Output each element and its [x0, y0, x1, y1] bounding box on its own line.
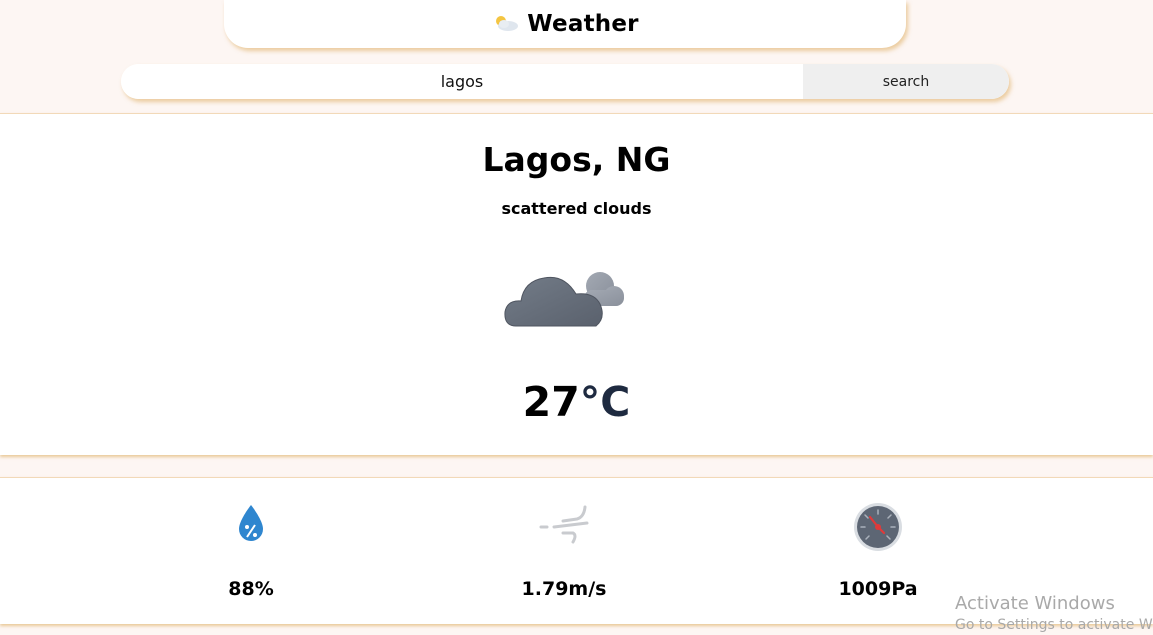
city-name: Lagos, NG: [482, 140, 671, 179]
pressure-value: 1009Pa: [838, 578, 918, 600]
app-header: Weather: [224, 0, 906, 48]
search-button[interactable]: search: [803, 64, 1009, 99]
pressure-stat: 1009Pa: [778, 478, 978, 624]
search-input[interactable]: [121, 64, 803, 99]
windows-activation-watermark: Activate Windows Go to Settings to activ…: [955, 593, 1153, 633]
wind-icon: [539, 505, 589, 544]
current-weather-card: Lagos, NG scattered clouds 27°C: [0, 113, 1153, 455]
app-title: Weather: [527, 11, 639, 37]
temperature-unit: °C: [579, 378, 631, 426]
temperature-value: 27: [522, 378, 580, 426]
wind-stat: 1.79m/s: [464, 478, 664, 624]
watermark-subtitle: Go to Settings to activate Windows.: [955, 617, 1153, 633]
weather-description: scattered clouds: [501, 199, 652, 218]
partly-cloudy-icon: [496, 16, 519, 31]
pressure-gauge-icon: [854, 503, 902, 551]
humidity-stat: 88%: [151, 478, 351, 624]
wind-value: 1.79m/s: [521, 578, 607, 600]
temperature: 27°C: [0, 378, 1153, 426]
cloud-moon-icon: [504, 260, 624, 327]
humidity-value: 88%: [228, 578, 274, 600]
watermark-title: Activate Windows: [955, 593, 1115, 614]
search-bar: search: [121, 64, 1009, 99]
humidity-drop-icon: [239, 505, 263, 541]
